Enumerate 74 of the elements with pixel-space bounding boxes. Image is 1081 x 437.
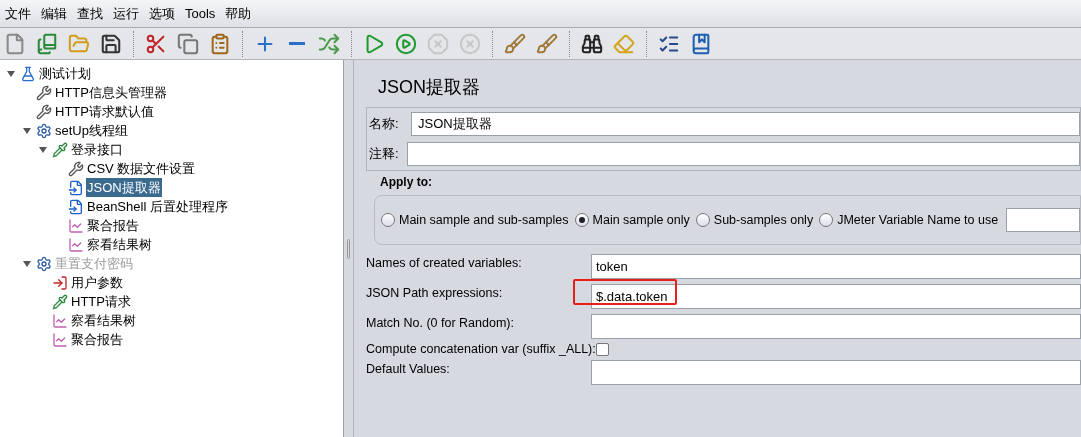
minus-icon [289,42,305,45]
stop-icon [427,32,449,55]
menu-item[interactable]: 编辑 [41,3,67,24]
tree-item[interactable]: CSV 数据文件设置 [86,158,197,179]
text-field[interactable]: token [591,254,1081,279]
text-field[interactable] [591,314,1081,339]
wrench-icon [36,84,52,101]
tree-item[interactable]: JSON提取器 [86,177,162,198]
chart-icon [68,217,84,234]
tree-item[interactable]: HTTP信息头管理器 [54,82,168,103]
chart-icon [52,312,68,329]
x-circle-icon [459,32,481,55]
file-arrow-icon [68,179,84,196]
collapse-arrow-icon[interactable] [7,69,15,78]
tree-item[interactable]: 聚合报告 [86,215,140,236]
flask-icon [20,65,36,82]
field-label: 注释: [369,145,400,164]
pipette-icon [52,141,68,158]
menu-item[interactable]: Tools [185,3,216,24]
wrench-icon [36,103,52,120]
chart-icon [68,236,84,253]
menu-item[interactable]: 查找 [77,3,103,24]
tree-item[interactable]: 测试计划 [38,63,92,84]
scissors-icon [145,32,167,55]
checkbox[interactable] [595,342,609,356]
books-icon [36,32,58,55]
tree-item[interactable]: HTTP请求默认值 [54,101,155,122]
radio-button[interactable] [819,213,834,227]
play-circle-icon [395,32,417,55]
file-arrow-icon [68,198,84,215]
radio-label: Sub-samples only [713,211,814,229]
menu-item[interactable]: 帮助 [225,3,252,24]
tree-item[interactable]: BeanShell 后置处理程序 [86,196,229,217]
field-label: Default Values: [366,361,451,378]
collapse-arrow-icon[interactable] [39,145,47,154]
save-icon [100,32,122,55]
name-field[interactable]: JSON提取器 [411,112,1080,136]
field-label: JSON Path expressions: [366,285,504,302]
copy-icon [177,32,199,55]
binoculars-icon [581,32,603,55]
radio-label: Main sample only [592,211,690,229]
gear-icon [36,122,52,139]
menu-item[interactable]: 文件 [5,3,31,24]
menu-item[interactable]: 选项 [149,3,175,24]
gear-icon [36,255,52,272]
collapse-arrow-icon[interactable] [23,126,31,135]
tree-item[interactable]: 登录接口 [70,139,124,160]
variable-name-field[interactable] [1006,208,1080,232]
radio-button[interactable] [695,213,710,227]
radio-button[interactable] [574,213,589,227]
wrench-icon [68,160,84,177]
text-field[interactable] [591,360,1081,385]
field-label: 名称: [369,115,400,134]
help-icon [690,32,712,55]
field-label: Compute concatenation var (suffix _ALL): [366,340,596,358]
field-label: Names of created variables: [366,255,523,272]
folder-icon [68,32,90,55]
text-field[interactable]: $.data.token [591,284,1081,309]
tree-item[interactable]: setUp线程组 [54,120,129,141]
radio-button[interactable] [381,213,395,227]
clipboard-icon [209,32,231,55]
radio-label: Main sample and sub-samples [399,211,569,229]
comment-field[interactable] [407,142,1080,166]
new-file-icon [4,32,26,55]
radio-label: JMeter Variable Name to use [837,211,999,229]
arrow-icon [52,274,68,291]
tree-item[interactable]: 察看结果树 [86,234,153,255]
chart-icon [52,331,68,348]
menu-item[interactable]: 运行 [113,3,139,24]
shuffle-icon [318,32,340,55]
group-title: Apply to: [380,174,433,191]
panel-title: JSON提取器 [378,76,481,99]
field-label: Match No. (0 for Random): [366,315,515,332]
pipette-icon [52,293,68,310]
